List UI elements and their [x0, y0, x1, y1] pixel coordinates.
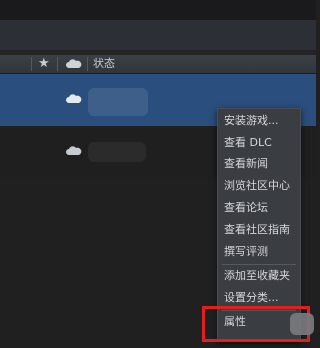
status-column-header[interactable]: 状态	[93, 57, 115, 71]
game-title-redacted	[88, 142, 146, 162]
star-icon[interactable]: ★	[38, 56, 50, 72]
game-title-redacted	[88, 88, 148, 116]
column-separator	[57, 57, 58, 71]
toolbar	[0, 20, 316, 50]
column-separator	[87, 57, 88, 71]
menu-item-community-guides[interactable]: 查看社区指南	[224, 223, 290, 237]
menu-item-set-categories[interactable]: 设置分类...	[224, 291, 279, 305]
menu-item-community-hub[interactable]: 浏览社区中心	[224, 179, 290, 193]
menu-item-view-dlc[interactable]: 查看 DLC	[224, 136, 272, 150]
column-header: ★ 状态	[0, 55, 316, 74]
menu-item-write-review[interactable]: 撰写评测	[224, 245, 268, 259]
title-bar	[0, 0, 316, 20]
cloud-icon[interactable]	[66, 59, 82, 68]
cloud-icon	[66, 94, 82, 103]
cloud-icon	[66, 146, 82, 155]
menu-item-install-game[interactable]: 安装游戏...	[224, 114, 279, 128]
column-separator	[31, 57, 32, 71]
menu-separator	[222, 264, 296, 265]
menu-item-view-news[interactable]: 查看新闻	[224, 157, 268, 171]
cursor-redacted	[290, 313, 314, 335]
menu-item-add-favorites[interactable]: 添加至收藏夹	[224, 269, 290, 283]
menu-item-view-forum[interactable]: 查看论坛	[224, 201, 268, 215]
